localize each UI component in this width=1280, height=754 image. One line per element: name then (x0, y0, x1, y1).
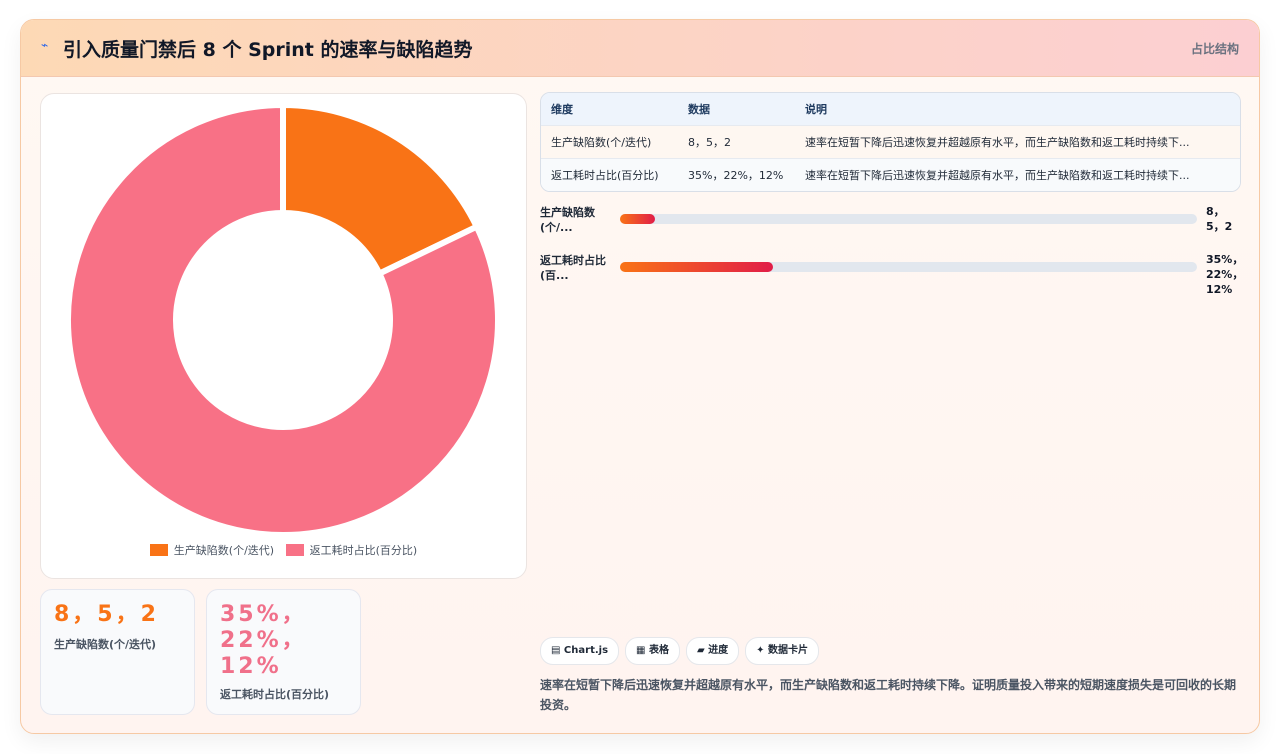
table-cell: 速率在短暂下降后迅速恢复并超越原有水平，而生产缺陷数和返工耗时持续下... (795, 125, 1240, 159)
progress-fill (620, 214, 655, 224)
stat-value: 8，5，2 (54, 602, 159, 627)
card-header: ⌁ 引入质量门禁后 8 个 Sprint 的速率与缺陷趋势 占比结构 (21, 20, 1259, 77)
legend-item-rework[interactable]: 返工耗时占比(百分比) (285, 542, 418, 558)
table-cell: 8，5，2 (678, 125, 795, 159)
table-header: 维度 (541, 93, 678, 126)
legend-label: 返工耗时占比(百分比) (309, 544, 418, 557)
chip-table[interactable]: ▦ 表格 (625, 637, 680, 665)
donut-chart-panel: 生产缺陷数(个/迭代) 返工耗时占比(百分比) (40, 93, 527, 579)
table-row: 返工耗时占比(百分比) 35%，22%，12% 速率在短暂下降后迅速恢复并超越原… (541, 158, 1240, 191)
table-cell: 35%，22%，12% (678, 158, 795, 191)
donut-chart (65, 101, 501, 534)
stat-value: 35%，22%，12% (220, 602, 307, 679)
table-header: 数据 (678, 93, 795, 126)
progress-fill (620, 262, 773, 272)
feature-chips: ▤ Chart.js ▦ 表格 ▰ 进度 ✦ 数据卡片 (540, 637, 825, 665)
legend-label: 生产缺陷数(个/迭代) (173, 544, 275, 557)
page-title: 引入质量门禁后 8 个 Sprint 的速率与缺陷趋势 (63, 39, 473, 61)
data-table: 维度 数据 说明 生产缺陷数(个/迭代) 8，5，2 速率在短暂下降后迅速恢复并… (540, 92, 1241, 192)
chart-line-icon: ⌁ (41, 38, 49, 52)
progress-track (620, 262, 1197, 272)
progress-label: 返工耗时占比(百... (540, 254, 606, 282)
chart-card: ⌁ 引入质量门禁后 8 个 Sprint 的速率与缺陷趋势 占比结构 生产缺陷数… (20, 19, 1260, 734)
legend-item-defects[interactable]: 生产缺陷数(个/迭代) (149, 542, 275, 558)
chip-progress[interactable]: ▰ 进度 (685, 637, 740, 665)
progress-row-defects: 生产缺陷数(个/... 8，5，2 (540, 205, 1240, 245)
progress-track (620, 214, 1197, 224)
stat-card-defects: 8，5，2 生产缺陷数(个/迭代) (40, 589, 195, 715)
stat-card-rework: 35%，22%，12% 返工耗时占比(百分比) (206, 589, 361, 715)
table-cell: 生产缺陷数(个/迭代) (541, 125, 678, 159)
header-tag: 占比结构 (1190, 42, 1239, 56)
progress-value: 8，5，2 (1206, 205, 1233, 233)
progress-label: 生产缺陷数(个/... (540, 206, 595, 234)
chip-data-card[interactable]: ✦ 数据卡片 (745, 637, 820, 665)
progress-value: 35%，22%，12% (1206, 253, 1244, 296)
table-header: 说明 (795, 93, 1240, 126)
table-row: 生产缺陷数(个/迭代) 8，5，2 速率在短暂下降后迅速恢复并超越原有水平，而生… (541, 125, 1240, 159)
stat-label: 生产缺陷数(个/迭代) (54, 638, 157, 651)
chip-chartjs[interactable]: ▤ Chart.js (540, 637, 620, 665)
table-cell: 返工耗时占比(百分比) (541, 158, 678, 191)
chart-legend: 生产缺陷数(个/迭代) 返工耗时占比(百分比) (41, 542, 526, 558)
progress-row-rework: 返工耗时占比(百... 35%，22%，12% (540, 253, 1244, 301)
stat-label: 返工耗时占比(百分比) (220, 688, 330, 701)
legend-swatch (149, 544, 168, 556)
legend-swatch (285, 544, 304, 556)
table-cell: 速率在短暂下降后迅速恢复并超越原有水平，而生产缺陷数和返工耗时持续下... (795, 158, 1240, 191)
chart-footnote: 速率在短暂下降后迅速恢复并超越原有水平，而生产缺陷数和返工耗时持续下降。证明质量… (540, 678, 1237, 712)
